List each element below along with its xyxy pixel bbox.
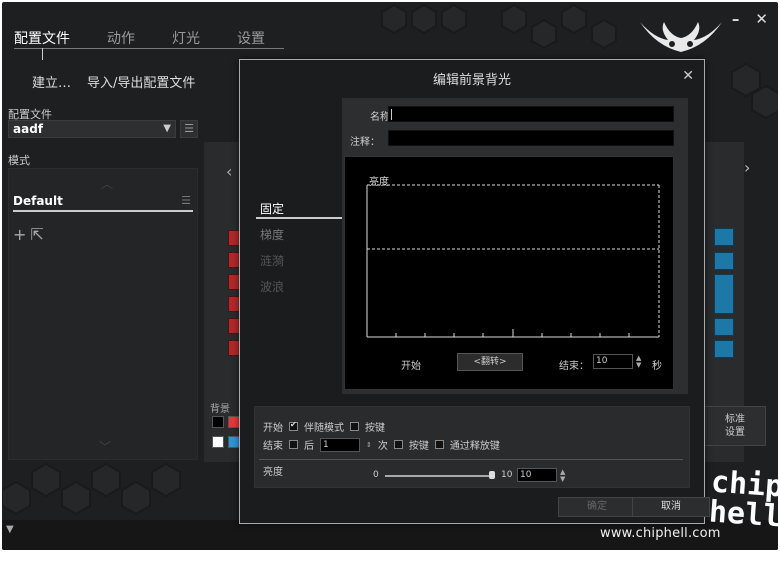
spin-down-icon[interactable]: ▼ [560, 476, 565, 483]
effect-editor: 名称: 注释： 亮度 开始 <翻转> 结束： 10 ▲ ▼ 秒 [342, 98, 688, 394]
key-blue[interactable] [714, 252, 734, 270]
tab-profile[interactable]: 配置文件 [14, 28, 70, 48]
import-export-link[interactable]: 导入/导出配置文件 [87, 72, 195, 91]
start-label: 开始 [401, 361, 421, 372]
tab-static[interactable]: 固定 [256, 200, 344, 219]
brightness-label: 亮度 [263, 467, 283, 478]
spinner-icon[interactable]: ⇕ [366, 441, 372, 449]
flip-button[interactable]: <翻转> [457, 353, 523, 371]
main-tabs: 配置文件 动作 灯光 设置 [14, 28, 302, 48]
effect-tabs: 固定 梯度 涟漪 波浪 [256, 200, 344, 304]
background-color-label: 背景 [210, 404, 230, 415]
tab-settings[interactable]: 设置 [237, 28, 265, 48]
chevron-down-icon: ▼ [163, 123, 171, 134]
swatch-white[interactable] [212, 436, 224, 448]
watermark-site: www.chiphell.com [600, 526, 721, 541]
chevron-left-icon[interactable]: ‹ [226, 162, 232, 181]
release-key-checkbox[interactable] [434, 440, 444, 449]
watermark-logo: chip hell [707, 464, 778, 535]
mode-label: 模式 [8, 154, 30, 167]
tab-actions[interactable]: 动作 [107, 28, 135, 48]
after-checkbox[interactable] [289, 440, 298, 449]
add-icon[interactable]: + [13, 225, 26, 244]
brightness-slider-track[interactable] [385, 475, 491, 477]
timeline-controls: 开始 <翻转> 结束： 10 ▲ ▼ 秒 [345, 353, 675, 375]
name-field[interactable] [388, 106, 674, 122]
start-key-label: 按键 [365, 423, 385, 434]
drag-handle-icon[interactable]: ☰ [181, 194, 191, 207]
tab-ripple: 涟漪 [260, 254, 285, 268]
tab-lighting[interactable]: 灯光 [172, 28, 200, 48]
start-row: 开始 伴随模式 按键 [263, 419, 385, 434]
end-label: 结束： [559, 361, 589, 372]
key-blue[interactable] [714, 274, 734, 314]
rog-logo-icon [640, 22, 722, 52]
tab-underline [14, 48, 284, 49]
standard-button-line1: 标准 [725, 414, 745, 425]
chevron-right-icon[interactable]: › [744, 158, 750, 177]
note-field[interactable] [388, 130, 674, 146]
key-blue[interactable] [714, 228, 734, 246]
end-key-label: 按键 [408, 441, 429, 452]
active-tab-marker [42, 48, 43, 60]
brightness-max: 10 [501, 470, 513, 480]
brightness-graph[interactable]: 亮度 开始 <翻转> 结束： 10 ▲ ▼ 秒 [344, 156, 674, 390]
import-mode-icon[interactable]: ⇱ [30, 225, 43, 244]
mode-item-default[interactable]: Default ☰ [13, 194, 193, 212]
profile-subnav: 建立… 导入/导出配置文件 [32, 72, 211, 91]
mode-tools: + ⇱ [13, 225, 44, 244]
close-button[interactable]: ✕ [755, 10, 768, 28]
create-profile-link[interactable]: 建立… [32, 72, 71, 91]
brightness-slider-thumb[interactable] [489, 471, 495, 479]
app-window: 配置文件 动作 灯光 设置 建立… 导入/导出配置文件 – ✕ 配置文件 aad… [2, 2, 778, 550]
start-row-label: 开始 [263, 423, 283, 434]
profile-selected-value: aadf [13, 122, 44, 136]
divider [259, 459, 683, 460]
brightness-min: 0 [373, 470, 379, 480]
key-blue[interactable] [714, 340, 734, 358]
spin-down-icon[interactable]: ▼ [636, 362, 641, 369]
standard-button-line2: 设置 [725, 427, 745, 438]
unit-label: 秒 [652, 361, 662, 372]
end-key-checkbox[interactable] [393, 440, 403, 449]
edit-foreground-backlight-dialog: 编辑前景背光 ✕ 固定 梯度 涟漪 波浪 名称: 注释： 亮度 开始 <翻转> … [239, 59, 710, 524]
close-icon[interactable]: ✕ [682, 68, 694, 84]
key-blue[interactable] [714, 318, 734, 336]
repeat-count-input[interactable]: 1 [320, 437, 360, 452]
follow-mode-checkbox[interactable] [289, 420, 298, 431]
tab-gradient[interactable]: 梯度 [256, 226, 344, 252]
release-key-label: 通过释放键 [449, 441, 500, 452]
mode-item-label: Default [13, 194, 63, 208]
end-time-input[interactable]: 10 [593, 354, 633, 369]
list-icon[interactable]: ☰ [180, 120, 198, 138]
minimize-button[interactable]: – [732, 10, 740, 28]
brightness-input[interactable]: 10 [517, 468, 557, 482]
cancel-button[interactable]: 取消 [632, 497, 710, 517]
times-label: 次 [377, 441, 388, 452]
expand-down-icon[interactable]: ▼ [6, 524, 14, 535]
follow-mode-label: 伴随模式 [304, 423, 344, 434]
swatch-black[interactable] [212, 416, 224, 428]
chevron-up-icon[interactable]: ︿ [101, 175, 113, 192]
after-label: 后 [304, 441, 314, 452]
tab-wave: 波浪 [260, 280, 285, 294]
end-row-label: 结束 [263, 441, 283, 452]
standard-settings-button[interactable]: 标准 设置 [704, 406, 766, 446]
text-caret [391, 109, 392, 120]
mode-list: ︿ Default ☰ + ⇱ ﹀ [8, 168, 198, 460]
start-key-checkbox[interactable] [350, 422, 359, 431]
dialog-title: 编辑前景背光 [432, 73, 511, 88]
profile-dropdown[interactable]: aadf ▼ [8, 120, 176, 138]
window-controls: – ✕ [732, 10, 768, 28]
note-label: 注释： [350, 137, 380, 148]
chevron-down-icon[interactable]: ﹀ [99, 438, 111, 455]
end-row: 结束 后 1 ⇕ 次 按键 通过释放键 [263, 437, 500, 452]
trigger-settings: 开始 伴随模式 按键 结束 后 1 ⇕ 次 按键 通过释放键 亮度 0 [254, 406, 690, 488]
ok-button[interactable]: 确定 [558, 497, 636, 517]
